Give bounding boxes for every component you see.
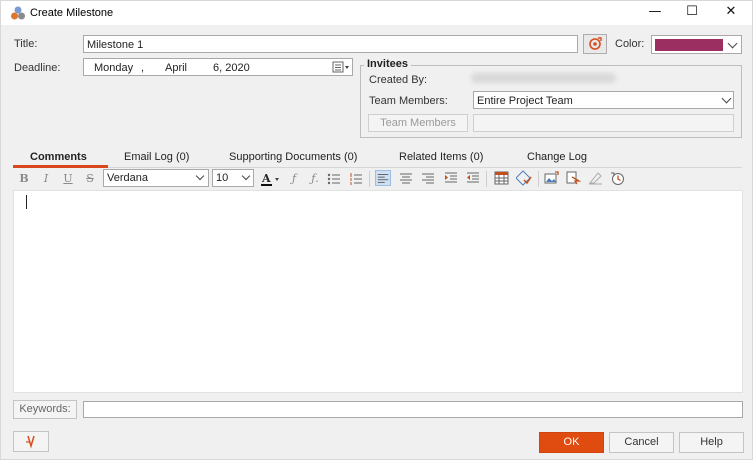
- bullet-list-icon[interactable]: [327, 172, 341, 186]
- comments-editor[interactable]: [13, 190, 743, 393]
- font-family-value: Verdana: [107, 172, 148, 184]
- created-by-label: Created By:: [369, 74, 428, 86]
- toolbar-separator: [369, 171, 370, 187]
- bold-button[interactable]: B: [16, 171, 32, 187]
- calendar-icon[interactable]: [332, 61, 350, 74]
- insert-datetime-icon[interactable]: [610, 171, 625, 186]
- team-members-button[interactable]: Team Members: [368, 114, 468, 132]
- create-milestone-dialog: Create Milestone — ☐ ✕ Title: Milestone …: [0, 0, 753, 460]
- font-size-value: 10: [216, 172, 229, 184]
- align-right-icon[interactable]: [421, 171, 435, 185]
- italic-button[interactable]: I: [38, 171, 54, 187]
- spellcheck-button[interactable]: [13, 431, 49, 452]
- indent-icon[interactable]: [444, 171, 458, 185]
- color-picker-button[interactable]: [583, 34, 607, 54]
- chevron-down-icon: [241, 171, 251, 181]
- chevron-down-icon: [721, 93, 732, 104]
- deadline-label: Deadline:: [14, 62, 61, 74]
- color-select[interactable]: [651, 35, 742, 54]
- font-family-select[interactable]: Verdana: [103, 169, 209, 187]
- team-members-label: Team Members:: [369, 95, 448, 107]
- tab-comments[interactable]: Comments: [30, 151, 87, 163]
- close-button[interactable]: ✕: [713, 1, 749, 25]
- maximize-button[interactable]: ☐: [674, 1, 710, 25]
- deadline-picker[interactable]: Monday , April 6, 2020: [83, 58, 353, 76]
- title-label: Title:: [14, 38, 38, 50]
- tab-change-log[interactable]: Change Log: [527, 151, 587, 163]
- team-members-value: Entire Project Team: [477, 95, 573, 107]
- font-color-icon[interactable]: A: [260, 171, 282, 187]
- app-logo-icon: [11, 6, 25, 20]
- tab-bar: Comments Email Log (0) Supporting Docume…: [13, 148, 742, 168]
- deadline-sep: ,: [141, 62, 145, 74]
- team-members-display: [473, 114, 734, 132]
- clear-format-icon[interactable]: [588, 171, 603, 185]
- chevron-down-icon: [727, 38, 738, 49]
- title-bar: Create Milestone — ☐ ✕: [1, 1, 752, 25]
- toolbar-separator: [486, 171, 487, 187]
- deadline-weekday: Monday: [94, 62, 134, 74]
- font-size-select[interactable]: 10: [212, 169, 254, 187]
- help-button[interactable]: Help: [679, 432, 744, 453]
- numbered-list-icon[interactable]: [349, 172, 363, 186]
- insert-link-icon[interactable]: [566, 171, 581, 185]
- formula-icon[interactable]: ƒ: [286, 171, 302, 187]
- align-center-icon[interactable]: [399, 171, 413, 185]
- svg-text:A: A: [261, 172, 271, 185]
- spellcheck-icon: [26, 435, 35, 449]
- cancel-button[interactable]: Cancel: [609, 432, 674, 453]
- title-input[interactable]: Milestone 1: [83, 35, 578, 53]
- keywords-button[interactable]: Keywords:: [13, 400, 77, 419]
- strikethrough-button[interactable]: S: [82, 171, 98, 187]
- align-left-icon[interactable]: [375, 170, 391, 186]
- underline-button[interactable]: U: [60, 171, 76, 187]
- minimize-button[interactable]: —: [637, 1, 673, 25]
- tab-related-items[interactable]: Related Items (0): [399, 151, 483, 163]
- keywords-input[interactable]: [83, 401, 743, 418]
- color-label: Color:: [615, 38, 645, 50]
- text-caret: [26, 195, 27, 209]
- toolbar-separator: [538, 171, 539, 187]
- window-title: Create Milestone: [30, 7, 114, 19]
- spellcheck-icon[interactable]: [516, 170, 532, 186]
- ok-button[interactable]: OK: [539, 432, 604, 453]
- refresh-color-icon: [589, 37, 602, 50]
- insert-image-icon[interactable]: [544, 171, 559, 185]
- chevron-down-icon: [195, 171, 205, 181]
- invitees-legend: Invitees: [364, 58, 411, 70]
- deadline-day-year: 6, 2020: [213, 62, 250, 74]
- deadline-month: April: [165, 62, 188, 74]
- editor-toolbar: B I U S Verdana 10 A ƒ ƒ.: [13, 169, 742, 189]
- tab-supporting-documents[interactable]: Supporting Documents (0): [229, 151, 357, 163]
- created-by-value: [471, 73, 616, 83]
- color-swatch: [655, 39, 723, 51]
- active-tab-indicator: [13, 165, 108, 168]
- table-icon[interactable]: [494, 171, 509, 185]
- team-members-select[interactable]: Entire Project Team: [473, 91, 734, 109]
- outdent-icon[interactable]: [466, 171, 480, 185]
- tab-email-log[interactable]: Email Log (0): [124, 151, 189, 163]
- formula-edit-icon[interactable]: ƒ.: [307, 171, 323, 187]
